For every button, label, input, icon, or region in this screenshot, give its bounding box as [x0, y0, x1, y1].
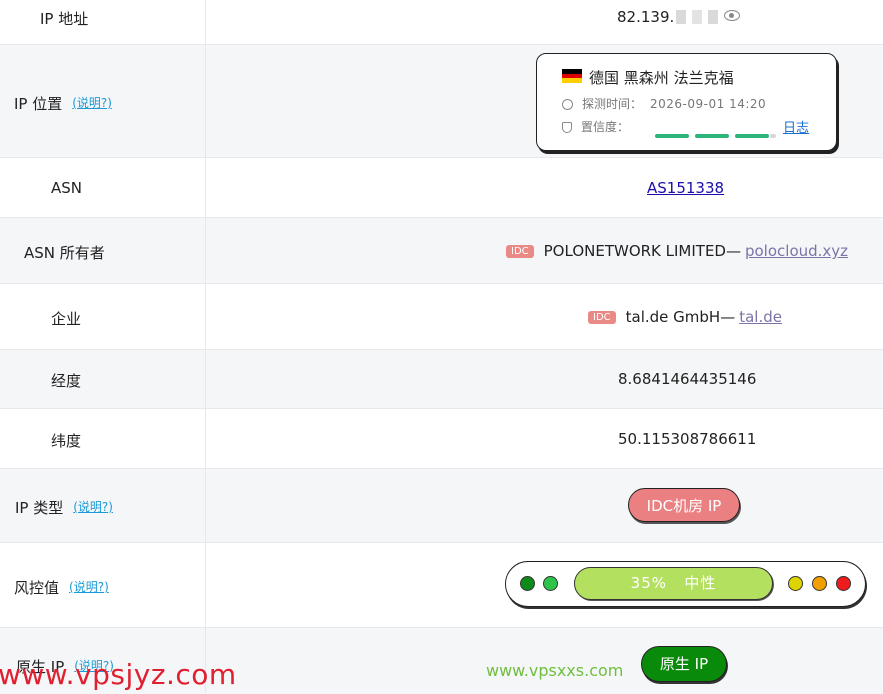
risk-meter: 35% 中性 — [505, 561, 866, 607]
location-city: 法兰克福 — [673, 69, 734, 87]
ip-address-value: 82.139. — [617, 8, 741, 26]
risk-dot-orange — [812, 576, 827, 591]
asn-link[interactable]: AS151338 — [647, 179, 724, 197]
ip-type-help-link[interactable]: (说明?) — [73, 500, 113, 514]
masked-octet — [692, 10, 703, 24]
confidence-bar — [655, 125, 782, 144]
flag-stripe-gold — [562, 78, 582, 83]
risk-label-text: 风控值 — [14, 579, 60, 597]
risk-dot-dark-green — [520, 576, 535, 591]
longitude-label: 经度 — [51, 372, 82, 390]
risk-label: 风控值 (说明?) — [14, 577, 109, 598]
company-label: 企业 — [51, 310, 82, 328]
ip-type-label-text: IP 类型 — [15, 499, 64, 517]
idc-badge: IDC — [506, 245, 534, 258]
masked-octet — [708, 10, 719, 24]
risk-dot-red — [836, 576, 851, 591]
row-ip-address — [0, 0, 883, 44]
confidence-segment — [655, 133, 689, 138]
ip-address-text: 82.139. — [617, 8, 675, 26]
asn-owner-domain-link[interactable]: polocloud.xyz — [745, 242, 848, 260]
location-region: 黑森州 — [623, 69, 669, 87]
latitude-label: 纬度 — [51, 432, 82, 450]
asn-owner-label: ASN 所有者 — [24, 244, 105, 262]
location-text: 德国 黑森州 法兰克福 — [589, 67, 734, 88]
risk-help-link[interactable]: (说明?) — [69, 580, 109, 594]
flag-germany-icon — [562, 69, 582, 83]
risk-percent: 35% — [630, 574, 667, 592]
asn-owner-name: POLONETWORK LIMITED— — [543, 242, 741, 260]
risk-dot-yellow — [788, 576, 803, 591]
confidence-segment — [695, 133, 729, 138]
location-card: 德国 黑森州 法兰克福 探测时间： 2026-09-01 14:20 置信度： 日… — [536, 53, 837, 151]
ip-location-help-link[interactable]: (说明?) — [72, 96, 112, 110]
confidence-label: 置信度： — [581, 120, 630, 134]
detect-time-label: 探测时间： — [582, 97, 643, 111]
company-domain-link[interactable]: tal.de — [739, 308, 782, 326]
ip-type-badge: IDC机房 IP — [628, 488, 740, 522]
location-country: 德国 — [589, 69, 620, 87]
watermark-red: www.vpsjyz.com — [0, 658, 237, 691]
detect-time-value: 2026-09-01 14:20 — [650, 97, 767, 111]
row-asn — [0, 157, 883, 218]
confidence-segment — [735, 133, 769, 138]
asn-label: ASN — [51, 179, 83, 197]
clock-icon — [562, 99, 573, 110]
eye-icon[interactable] — [724, 10, 741, 21]
risk-level-bar: 35% 中性 — [574, 567, 773, 600]
idc-badge: IDC — [588, 311, 616, 324]
watermark-green: www.vpsxxs.com — [486, 661, 624, 680]
ip-location-label: IP 位置 (说明?) — [14, 93, 112, 114]
confidence-segment-empty — [770, 133, 776, 138]
risk-dot-green — [543, 576, 558, 591]
detect-time-row: 探测时间： 2026-09-01 14:20 — [562, 95, 766, 112]
company-value: IDC tal.de GmbH— tal.de — [588, 308, 782, 326]
latitude-value: 50.115308786611 — [618, 430, 757, 448]
log-link[interactable]: 日志 — [783, 117, 809, 136]
company-name: tal.de GmbH— — [625, 308, 736, 326]
longitude-value: 8.6841464435146 — [618, 370, 757, 388]
risk-level-text: 中性 — [684, 574, 717, 592]
ip-address-label: IP 地址 — [40, 10, 89, 28]
shield-icon — [562, 122, 572, 133]
masked-octet — [676, 10, 687, 24]
column-divider — [205, 0, 206, 693]
row-ip-type — [0, 468, 883, 543]
ip-location-label-text: IP 位置 — [14, 95, 63, 113]
confidence-row: 置信度： — [562, 118, 629, 135]
native-ip-badge: 原生 IP — [641, 646, 727, 682]
asn-owner-value: IDC POLONETWORK LIMITED— polocloud.xyz — [506, 242, 848, 260]
ip-type-label: IP 类型 (说明?) — [15, 497, 113, 518]
